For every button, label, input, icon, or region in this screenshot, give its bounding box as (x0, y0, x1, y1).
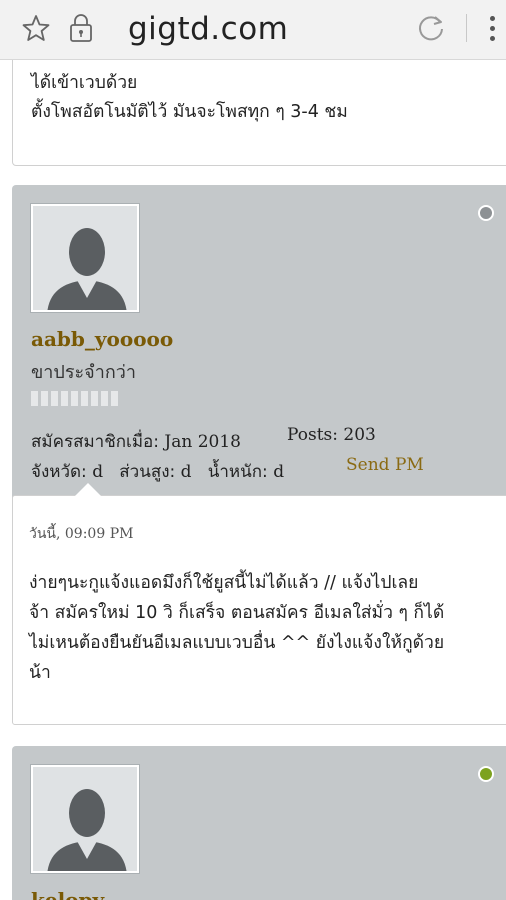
post-body: วันนี้, 09:09 PM ง่ายๆนะกูแจ้งแอดมึงก็ใช… (12, 483, 506, 725)
post-content-line: น้า (29, 663, 51, 683)
height-value: d (180, 462, 192, 482)
profile-fields: จังหวัด: d ส่วนสูง: d น้ำหนัก: d (31, 458, 284, 485)
height-label: ส่วนสูง: (119, 462, 176, 482)
post: kelopy (12, 746, 506, 900)
reload-icon[interactable] (416, 13, 446, 47)
post-count-value: 203 (343, 425, 376, 445)
weight-label: น้ำหนัก: (207, 462, 268, 482)
username-link[interactable]: kelopy (31, 888, 104, 900)
previous-post-text: ได้เข้าเวบด้วย ตั้งโพสอัตโนมัติไว้ มันจะ… (31, 69, 348, 127)
previous-post-line: ได้เข้าเวบด้วย (31, 73, 138, 93)
post-count: Posts: 203 (287, 425, 376, 445)
send-pm-link[interactable]: Send PM (346, 455, 424, 475)
user-title: ขาประจำกว่า (31, 362, 136, 383)
reputation-bar (31, 391, 118, 406)
online-status-icon (478, 766, 494, 782)
previous-post-line: ตั้งโพสอัตโนมัติไว้ มันจะโพสทุก ๆ 3-4 ชม (31, 102, 348, 122)
username-link[interactable]: aabb_yooooo (31, 327, 173, 351)
post-content-line: ไม่เหนต้องยืนยันอีเมลแบบเวบอื่น ^^ ยังไง… (29, 633, 445, 653)
offline-status-icon (478, 205, 494, 221)
post-content-line: ง่ายๆนะกูแจ้งแอดมึงก็ใช้ยูสนี้ไม่ได้แล้ว… (29, 573, 419, 593)
post: aabb_yooooo ขาประจำกว่า สมัครสมาชิกเมื่อ… (12, 185, 506, 725)
post-date: วันนี้, 09:09 PM (29, 526, 134, 542)
overflow-menu-icon[interactable] (490, 16, 496, 42)
toolbar-divider (466, 14, 467, 42)
weight-value: d (273, 462, 285, 482)
province-value: d (92, 462, 104, 482)
default-avatar-icon (33, 206, 137, 310)
lock-icon[interactable] (68, 13, 94, 47)
browser-url-bar: gigtd.com (0, 0, 506, 60)
previous-post: ได้เข้าเวบด้วย ตั้งโพสอัตโนมัติไว้ มันจะ… (12, 60, 506, 166)
post-content: ง่ายๆนะกูแจ้งแอดมึงก็ใช้ยูสนี้ไม่ได้แล้ว… (29, 568, 499, 688)
join-date-label: สมัครสมาชิกเมื่อ: (31, 432, 159, 452)
join-date-value: Jan 2018 (164, 432, 241, 452)
avatar[interactable] (31, 765, 139, 873)
default-avatar-icon (33, 767, 137, 871)
post-content-line: จ้า สมัครใหม่ 10 วิ ก็เสร็จ ตอนสมัคร อีเ… (29, 603, 445, 623)
speech-arrow (75, 483, 101, 496)
province-label: จังหวัด: (31, 462, 87, 482)
join-date-info: สมัครสมาชิกเมื่อ: Jan 2018 (31, 428, 241, 455)
url-text[interactable]: gigtd.com (128, 11, 288, 47)
avatar[interactable] (31, 204, 139, 312)
forum-page: ได้เข้าเวบด้วย ตั้งโพสอัตโนมัติไว้ มันจะ… (0, 60, 506, 900)
bookmark-star-icon[interactable] (22, 14, 50, 46)
post-count-label: Posts: (287, 425, 338, 445)
